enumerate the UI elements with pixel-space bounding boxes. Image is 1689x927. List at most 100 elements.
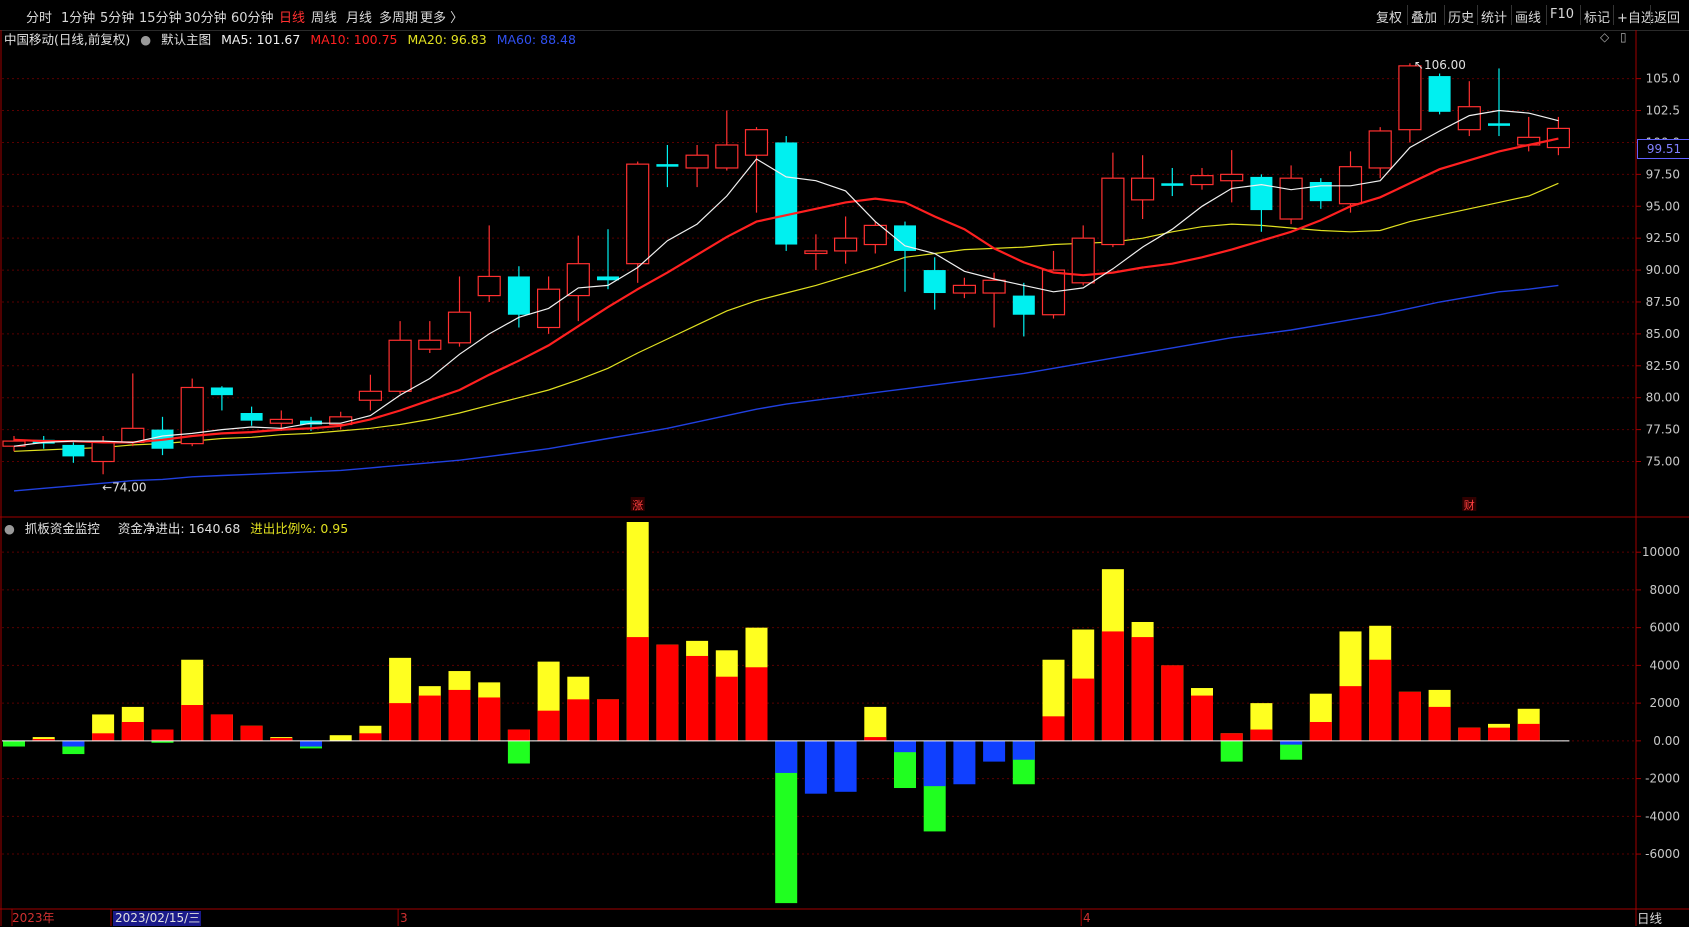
flow-bar-red-37 bbox=[1101, 631, 1124, 741]
flow-bar-red-42 bbox=[1250, 729, 1273, 741]
price-tick-label-6: 90.00 bbox=[1646, 263, 1680, 277]
x-label-3: 4 bbox=[1083, 911, 1091, 925]
candle-body-52 bbox=[1546, 127, 1571, 149]
candle-body-13 bbox=[388, 339, 412, 392]
flow-bar-blue-33 bbox=[983, 740, 1006, 762]
indicator-toggle-icon[interactable]: ● bbox=[4, 521, 15, 536]
flow-bar-red-5 bbox=[151, 729, 174, 741]
flow-bar-red-50 bbox=[1488, 727, 1510, 741]
main-chart-header: 中国移动(日线,前复权) ● 默认主图 MA5: 101.67 MA10: 10… bbox=[4, 29, 582, 47]
candle-body-25 bbox=[744, 129, 769, 156]
flow-tick-label-1: 8000 bbox=[1649, 583, 1680, 597]
symbol-label[interactable]: 中国移动(日线,前复权) bbox=[4, 32, 130, 47]
flow-bar-blue-43 bbox=[1280, 740, 1303, 745]
flow-bar-red-20 bbox=[597, 699, 619, 741]
flow-bar-red-40 bbox=[1191, 695, 1213, 741]
x-label-0: 2023年 bbox=[12, 911, 55, 925]
flow-bar-red-51 bbox=[1517, 723, 1540, 741]
flow-bar-red-3 bbox=[92, 733, 115, 741]
price-tick-label-4: 95.00 bbox=[1646, 199, 1680, 213]
candle-body-22 bbox=[656, 164, 679, 167]
candle-body-20 bbox=[597, 276, 619, 281]
candle-body-14 bbox=[418, 339, 442, 350]
flow-bar-red-45 bbox=[1339, 686, 1362, 741]
flow-bar-red-22 bbox=[656, 644, 679, 741]
flow-bar-red-29 bbox=[864, 737, 887, 741]
flow-bar-green-41 bbox=[1220, 740, 1243, 762]
flow-bar-red-44 bbox=[1309, 721, 1332, 741]
flow-bar-red-25 bbox=[745, 667, 768, 741]
flow-tick-label-2: 6000 bbox=[1649, 621, 1680, 635]
candle-body-33 bbox=[982, 279, 1006, 294]
flow-bar-red-18 bbox=[537, 710, 560, 741]
flow-tick-label-3: 4000 bbox=[1649, 658, 1680, 672]
flow-bar-green-0 bbox=[3, 740, 25, 747]
candle-body-19 bbox=[566, 263, 590, 297]
ratio-value: 进出比例%: 0.95 bbox=[250, 521, 349, 536]
window-icon[interactable]: ▯ bbox=[1620, 30, 1627, 44]
event-marker-0: 涨 bbox=[632, 499, 643, 512]
x-label-1: 2023/02/15/三 bbox=[115, 911, 200, 925]
net-flow-value: 资金净进出: 1640.68 bbox=[117, 521, 241, 536]
diamond-icon[interactable]: ◇ bbox=[1600, 30, 1609, 44]
price-tick-label-12: 75.00 bbox=[1646, 455, 1680, 469]
candle-body-46 bbox=[1368, 130, 1392, 169]
flow-bar-red-24 bbox=[715, 676, 738, 741]
sub-chart-header: ● 抓板资金监控 资金净进出: 1640.68 进出比例%: 0.95 bbox=[4, 518, 354, 536]
candle-body-21 bbox=[626, 163, 650, 265]
price-tick-label-10: 80.00 bbox=[1646, 391, 1680, 405]
flow-bar-red-46 bbox=[1369, 659, 1392, 741]
candle-body-30 bbox=[894, 225, 916, 251]
template-label[interactable]: 默认主图 bbox=[161, 32, 211, 47]
stock-chart: 105.0102.5100.097.5095.0092.5090.0087.50… bbox=[0, 30, 1689, 926]
flow-bar-red-48 bbox=[1428, 706, 1451, 741]
ma60-line bbox=[13, 284, 1559, 492]
frequency-label[interactable]: 日线 bbox=[1637, 908, 1662, 927]
candle-body-50 bbox=[1488, 123, 1510, 126]
candle-body-43 bbox=[1279, 177, 1303, 220]
price-tick-label-9: 82.50 bbox=[1646, 359, 1680, 373]
flow-bar-red-35 bbox=[1042, 716, 1065, 741]
flow-bar-red-23 bbox=[686, 655, 709, 741]
candle-body-32 bbox=[952, 284, 977, 294]
candle-body-12 bbox=[358, 390, 382, 401]
flow-bar-red-47 bbox=[1398, 691, 1421, 741]
flow-bar-blue-2 bbox=[62, 740, 85, 747]
flow-bar-yellow-29 bbox=[864, 706, 887, 741]
indicator-name[interactable]: 抓板资金监控 bbox=[25, 521, 100, 536]
candle-body-27 bbox=[804, 250, 828, 255]
price-tick-label-1: 102.5 bbox=[1646, 104, 1680, 118]
candle-body-7 bbox=[210, 387, 233, 396]
candle-body-44 bbox=[1309, 182, 1332, 202]
price-tick-label-5: 92.50 bbox=[1646, 231, 1680, 245]
flow-bar-blue-28 bbox=[834, 740, 857, 792]
flow-bar-blue-10 bbox=[300, 740, 322, 747]
candle-body-24 bbox=[715, 144, 739, 169]
flow-bar-blue-27 bbox=[804, 740, 827, 794]
candle-body-8 bbox=[240, 413, 263, 421]
flow-bar-red-49 bbox=[1458, 727, 1481, 741]
candle-body-9 bbox=[269, 418, 293, 424]
flow-tick-label-0: 10000 bbox=[1642, 545, 1680, 559]
price-tick-label-0: 105.0 bbox=[1646, 72, 1680, 86]
flow-bar-blue-31 bbox=[923, 740, 946, 787]
candle-body-40 bbox=[1190, 175, 1214, 186]
flow-bar-red-38 bbox=[1131, 637, 1154, 741]
candle-body-31 bbox=[923, 270, 946, 294]
candle-body-39 bbox=[1161, 183, 1184, 186]
flow-bar-blue-26 bbox=[775, 740, 798, 773]
flow-tick-label-8: -6000 bbox=[1645, 847, 1680, 861]
candle-body-37 bbox=[1101, 177, 1125, 246]
candle-body-42 bbox=[1250, 176, 1273, 211]
flow-bar-red-12 bbox=[359, 733, 382, 741]
candle-body-48 bbox=[1428, 76, 1451, 112]
candle-body-28 bbox=[833, 237, 858, 252]
price-tick-label-8: 85.00 bbox=[1646, 327, 1680, 341]
flow-bar-red-7 bbox=[210, 714, 233, 741]
flow-bar-red-17 bbox=[507, 729, 530, 741]
candle-body-26 bbox=[775, 142, 798, 245]
candle-body-34 bbox=[1012, 295, 1035, 315]
ma10-value: MA10: 100.75 bbox=[310, 32, 398, 47]
template-toggle-icon[interactable]: ● bbox=[140, 32, 151, 47]
flow-bar-red-14 bbox=[418, 695, 441, 741]
